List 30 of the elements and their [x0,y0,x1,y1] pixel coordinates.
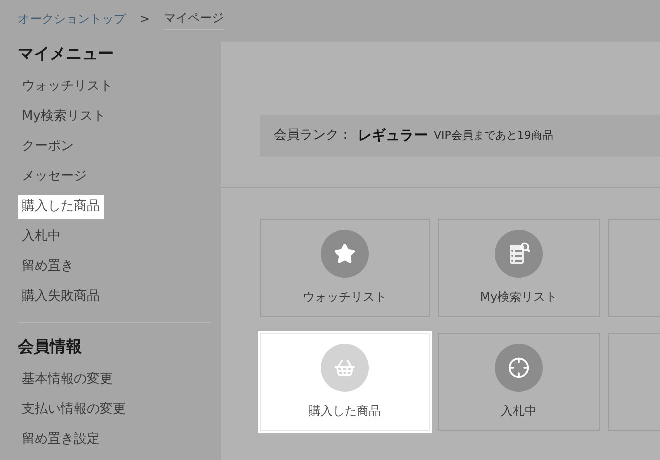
basket-icon [334,357,356,379]
sidebar-link[interactable]: 基本情報の変更 [18,368,117,392]
crosshair-icon [508,357,530,379]
sidebar-link[interactable]: 支払い情報の変更 [18,398,130,422]
menu-card[interactable]: My検索リスト [438,219,600,317]
menu-card[interactable]: 入札中 [438,333,600,431]
sidebar-link[interactable]: クーポン [18,135,78,159]
card-label: 購入した商品 [309,403,381,420]
rank-note: VIP会員まであと19商品 [434,128,554,144]
card-label: My検索リスト [480,289,558,306]
sidebar-heading: マイメニュー [18,43,115,64]
sidebar-link[interactable]: 入札中 [18,225,65,249]
rank-value: レギュラー [358,126,428,146]
sidebar-link[interactable]: メッセージ [18,165,91,189]
sidebar-link[interactable]: 留め置き [18,255,78,279]
menu-card[interactable]: 購入した商品 [260,333,430,431]
sidebar-link[interactable]: 留め置き設定 [18,428,104,452]
menu-card[interactable]: ウォッチリスト [260,219,430,317]
card-label: ウォッチリスト [303,289,387,306]
star-icon [334,243,356,265]
sidebar-link[interactable]: ウォッチリスト [18,75,117,99]
breadcrumb-link[interactable]: マイページ [164,8,224,30]
sidebar-link[interactable]: 購入失敗商品 [18,285,104,309]
sidebar-link[interactable]: 購入した商品 [18,195,104,219]
card-label: 入札中 [501,403,537,420]
sidebar-link[interactable]: My検索リスト [18,105,110,129]
breadcrumb-link[interactable]: オークショントップ [18,10,126,28]
breadcrumb-separator: > [140,11,150,28]
rank-label: 会員ランク： [274,127,352,146]
sidebar-heading: 会員情報 [18,336,83,357]
